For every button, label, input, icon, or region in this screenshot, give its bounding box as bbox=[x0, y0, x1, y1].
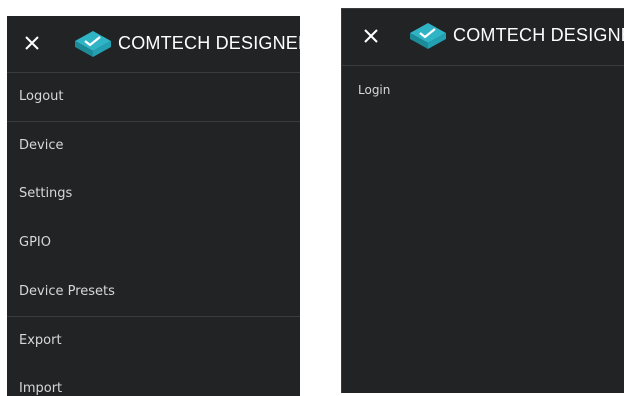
menu-item-device[interactable]: Device bbox=[7, 121, 300, 169]
close-button[interactable] bbox=[21, 32, 43, 54]
nav-drawer-logged-out: COMTECH DESIGNER Login bbox=[341, 8, 624, 393]
comtech-logo-icon bbox=[408, 21, 448, 51]
drawer-header: COMTECH DESIGNER bbox=[7, 16, 300, 73]
menu-item-export[interactable]: Export bbox=[7, 316, 300, 364]
app-brand-name: COMTECH DESIGNER bbox=[453, 25, 624, 45]
menu-item-login[interactable]: Login bbox=[342, 66, 624, 114]
nav-drawer-logged-in: COMTECH DESIGNER Logout Device Settings … bbox=[7, 16, 300, 396]
menu-item-import[interactable]: Import bbox=[7, 365, 300, 396]
menu-item-logout[interactable]: Logout bbox=[7, 73, 300, 121]
menu-item-settings[interactable]: Settings bbox=[7, 170, 300, 218]
close-button[interactable] bbox=[360, 25, 382, 47]
close-icon bbox=[25, 36, 39, 50]
menu-item-gpio[interactable]: GPIO bbox=[7, 219, 300, 267]
close-icon bbox=[364, 29, 378, 43]
drawer-header: COMTECH DESIGNER bbox=[342, 9, 624, 66]
menu-item-device-presets[interactable]: Device Presets bbox=[7, 268, 300, 316]
app-brand-name: COMTECH DESIGNER bbox=[118, 33, 300, 53]
comtech-logo-icon bbox=[73, 29, 113, 59]
